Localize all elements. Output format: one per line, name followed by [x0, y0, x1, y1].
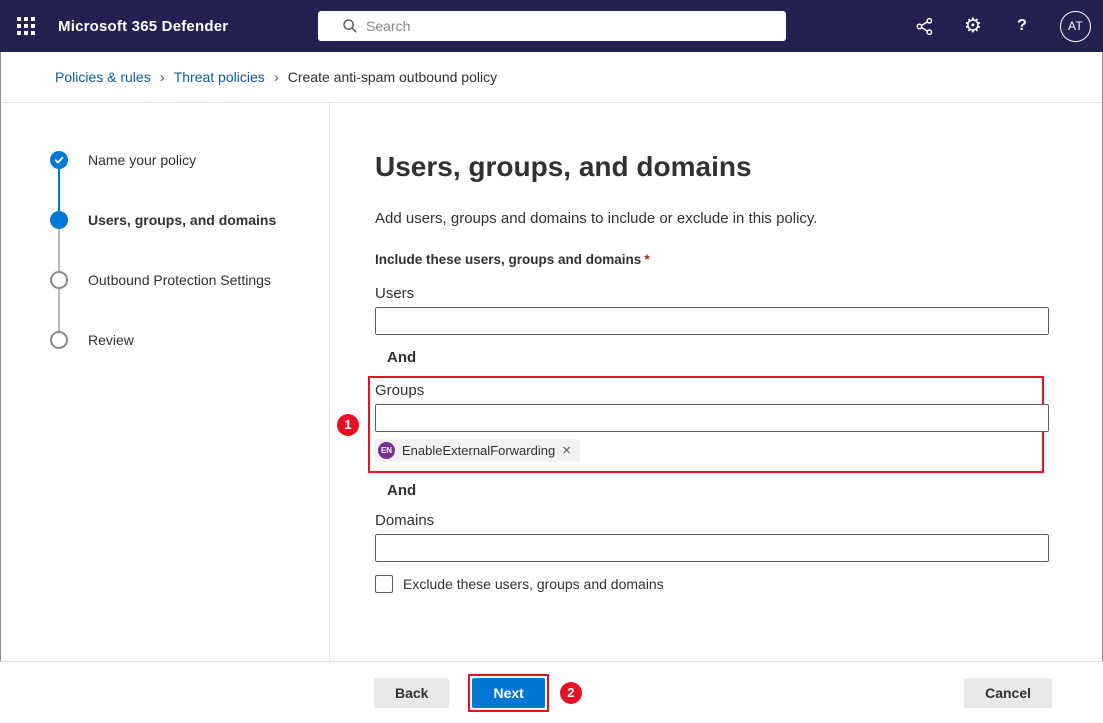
group-initials-badge: EN: [378, 442, 395, 459]
main-panel: Users, groups, and domains Add users, gr…: [330, 103, 1103, 661]
step-connector: [58, 289, 60, 331]
step-connector: [58, 169, 60, 211]
domains-input[interactable]: [375, 534, 1049, 562]
groups-annotation-box: 1 Groups EN EnableExternalForwarding ×: [368, 376, 1044, 473]
next-button[interactable]: Next: [472, 678, 544, 708]
search-input[interactable]: [366, 18, 776, 34]
domains-field: Domains: [375, 512, 1057, 562]
wizard-sidebar: Name your policy Users, groups, and doma…: [0, 103, 330, 661]
topbar-actions: ⚙ ? AT: [913, 0, 1091, 52]
screen: Microsoft 365 Defender ⚙ ? AT: [0, 0, 1103, 723]
wizard-steps: Name your policy Users, groups, and doma…: [0, 103, 329, 349]
chevron-right-icon: ›: [160, 69, 165, 86]
groups-label: Groups: [375, 382, 1036, 399]
top-bar: Microsoft 365 Defender ⚙ ? AT: [0, 0, 1103, 52]
step-label: Review: [88, 332, 134, 348]
wizard-footer: Back Next 2 Cancel: [0, 661, 1103, 723]
users-input[interactable]: [375, 307, 1049, 335]
group-chip-label: EnableExternalForwarding: [402, 443, 555, 458]
annotation-callout-1: 1: [337, 414, 359, 436]
and-label-2: And: [387, 482, 1057, 499]
breadcrumb: Policies & rules › Threat policies › Cre…: [0, 52, 1103, 103]
cancel-wrap: Cancel: [964, 678, 1052, 708]
breadcrumb-current-page: Create anti-spam outbound policy: [288, 69, 497, 85]
next-annotation-box: Next: [468, 674, 548, 712]
breadcrumb-threat-policies[interactable]: Threat policies: [174, 69, 265, 85]
app-title: Microsoft 365 Defender: [58, 18, 228, 35]
global-search[interactable]: [318, 11, 786, 41]
selected-groups-row: EN EnableExternalForwarding ×: [375, 439, 1036, 462]
back-button[interactable]: Back: [374, 678, 449, 708]
page-subtitle: Add users, groups and domains to include…: [375, 210, 1057, 227]
help-icon[interactable]: ?: [1011, 15, 1033, 37]
share-nodes-icon[interactable]: [913, 15, 935, 37]
waffle-icon: [17, 17, 35, 35]
users-field: Users: [375, 285, 1057, 335]
wizard-step-name-your-policy[interactable]: Name your policy: [50, 151, 329, 169]
include-section-text: Include these users, groups and domains: [375, 252, 641, 267]
wizard-step-users-groups-domains[interactable]: Users, groups, and domains: [50, 211, 329, 229]
app-launcher-button[interactable]: [0, 0, 52, 52]
step-connector: [58, 229, 60, 271]
avatar[interactable]: AT: [1060, 11, 1091, 42]
required-marker: *: [644, 252, 649, 267]
groups-input[interactable]: [375, 404, 1049, 432]
settings-gear-icon[interactable]: ⚙: [962, 15, 984, 37]
wizard-step-outbound-protection-settings[interactable]: Outbound Protection Settings: [50, 271, 329, 289]
step-completed-check-icon: [50, 151, 68, 169]
content-area: Name your policy Users, groups, and doma…: [0, 103, 1103, 661]
step-label: Users, groups, and domains: [88, 212, 276, 228]
chip-remove-icon[interactable]: ×: [562, 443, 571, 458]
users-label: Users: [375, 285, 1057, 302]
exclude-checkbox-row: Exclude these users, groups and domains: [375, 575, 1057, 593]
domains-label: Domains: [375, 512, 1057, 529]
step-upcoming-circle-icon: [50, 271, 68, 289]
step-current-dot-icon: [50, 211, 68, 229]
cancel-button[interactable]: Cancel: [964, 678, 1052, 708]
and-label-1: And: [387, 349, 1057, 366]
step-label: Outbound Protection Settings: [88, 272, 271, 288]
exclude-checkbox[interactable]: [375, 575, 393, 593]
step-label: Name your policy: [88, 152, 196, 168]
wizard-step-review[interactable]: Review: [50, 331, 329, 349]
group-chip[interactable]: EN EnableExternalForwarding ×: [375, 439, 580, 462]
exclude-checkbox-label: Exclude these users, groups and domains: [403, 576, 664, 592]
include-section-label: Include these users, groups and domains*: [375, 252, 1057, 267]
breadcrumb-policies-rules[interactable]: Policies & rules: [55, 69, 151, 85]
step-upcoming-circle-icon: [50, 331, 68, 349]
search-icon: [342, 18, 358, 34]
page-title: Users, groups, and domains: [375, 151, 1057, 183]
annotation-callout-2: 2: [560, 682, 582, 704]
chevron-right-icon: ›: [274, 69, 279, 86]
